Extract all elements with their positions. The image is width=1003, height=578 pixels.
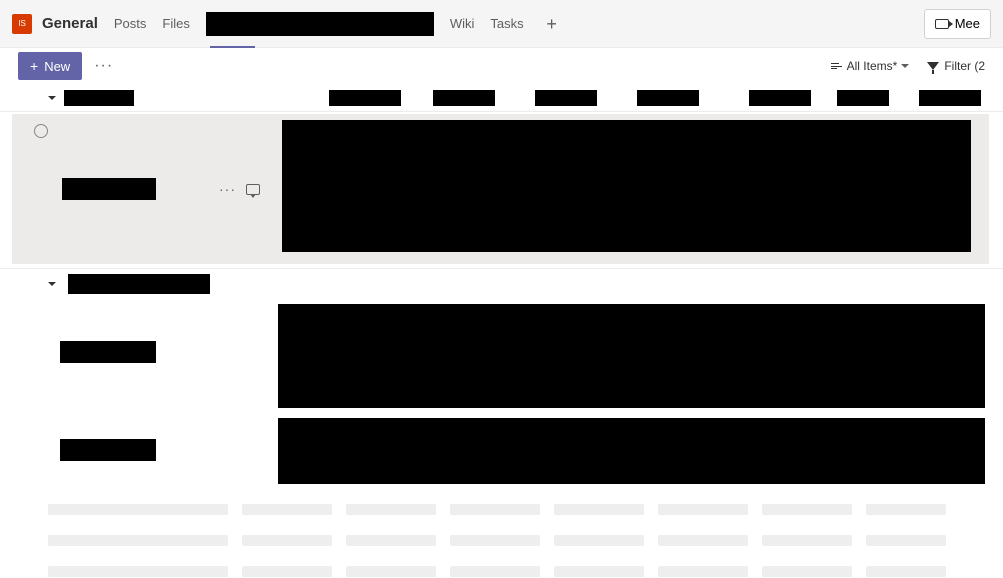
item-title bbox=[60, 439, 156, 461]
plus-icon: + bbox=[30, 58, 38, 74]
list-area: ··· bbox=[0, 84, 1003, 578]
column-header[interactable] bbox=[637, 90, 699, 106]
comment-icon[interactable] bbox=[246, 184, 260, 195]
column-header[interactable] bbox=[919, 90, 981, 106]
add-tab-button[interactable]: + bbox=[540, 15, 564, 33]
active-tab-indicator bbox=[210, 46, 255, 48]
column-header[interactable] bbox=[64, 90, 134, 106]
row-select-radio[interactable] bbox=[34, 124, 48, 138]
tab-wiki[interactable]: Wiki bbox=[450, 0, 475, 48]
column-header[interactable] bbox=[749, 90, 811, 106]
column-header[interactable] bbox=[535, 90, 597, 106]
loading-row bbox=[0, 525, 1003, 556]
column-headers bbox=[0, 84, 1003, 112]
view-name: All Items* bbox=[847, 59, 898, 73]
item-title bbox=[60, 341, 156, 363]
group-header[interactable] bbox=[0, 268, 1003, 298]
item-details bbox=[278, 418, 985, 484]
channel-header: IS General Posts Files Wiki Tasks + Mee bbox=[0, 0, 1003, 48]
meet-label: Mee bbox=[955, 16, 980, 31]
item-title bbox=[62, 178, 156, 200]
team-badge: IS bbox=[12, 14, 32, 34]
loading-row bbox=[0, 556, 1003, 578]
view-switcher[interactable]: All Items* bbox=[831, 59, 910, 73]
chevron-down-icon[interactable] bbox=[48, 282, 56, 286]
chevron-down-icon bbox=[901, 64, 909, 68]
list-icon bbox=[831, 63, 843, 69]
filter-label: Filter (2 bbox=[944, 59, 985, 73]
command-bar: + New ··· All Items* Filter (2 bbox=[0, 48, 1003, 84]
list-row[interactable] bbox=[0, 412, 1003, 488]
tab-list: Posts Files Wiki Tasks + bbox=[114, 0, 564, 48]
more-commands-button[interactable]: ··· bbox=[94, 57, 113, 75]
meet-button[interactable]: Mee bbox=[924, 9, 991, 39]
column-header[interactable] bbox=[329, 90, 401, 106]
new-button[interactable]: + New bbox=[18, 52, 82, 80]
list-row-selected[interactable]: ··· bbox=[12, 114, 989, 264]
chevron-down-icon[interactable] bbox=[48, 96, 56, 100]
filter-button[interactable]: Filter (2 bbox=[927, 59, 985, 73]
funnel-icon bbox=[927, 62, 939, 70]
channel-name[interactable]: General bbox=[42, 15, 98, 32]
item-details bbox=[278, 304, 985, 408]
column-header[interactable] bbox=[433, 90, 495, 106]
camera-icon bbox=[935, 19, 949, 29]
column-header[interactable] bbox=[837, 90, 889, 106]
tab-tasks[interactable]: Tasks bbox=[490, 0, 523, 48]
list-row[interactable] bbox=[0, 298, 1003, 406]
tab-files[interactable]: Files bbox=[162, 0, 189, 48]
new-label: New bbox=[44, 59, 70, 74]
row-more-button[interactable]: ··· bbox=[219, 181, 236, 197]
tab-posts[interactable]: Posts bbox=[114, 0, 147, 48]
item-details bbox=[282, 120, 971, 252]
group-title bbox=[68, 274, 210, 294]
loading-row bbox=[0, 494, 1003, 525]
tab-sharepoint-list[interactable] bbox=[206, 12, 434, 36]
